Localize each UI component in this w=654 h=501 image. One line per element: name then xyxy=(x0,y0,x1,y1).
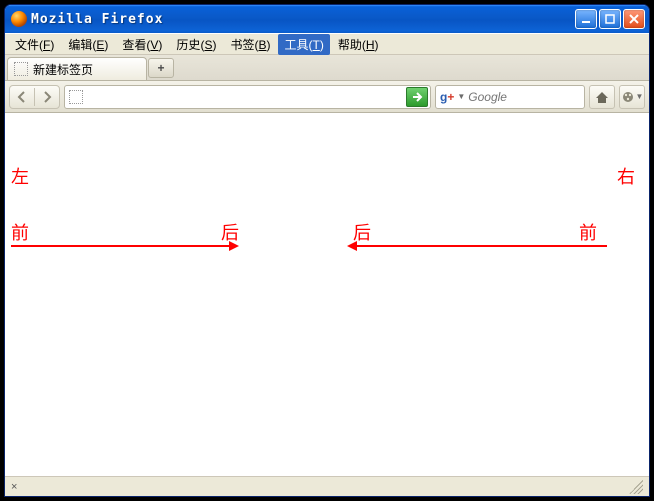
go-button[interactable] xyxy=(406,87,428,107)
new-tab-button[interactable]: + xyxy=(148,58,174,78)
navigation-toolbar: g+ ▼ ▼ xyxy=(5,81,649,113)
arrow-right-head-icon xyxy=(229,241,239,251)
arrow-right-to-left xyxy=(357,245,607,247)
annotation-left: 左 xyxy=(11,163,29,189)
url-input[interactable] xyxy=(87,87,406,107)
back-button[interactable] xyxy=(10,86,34,108)
maximize-button[interactable] xyxy=(599,9,621,29)
close-button[interactable] xyxy=(623,9,645,29)
site-identity-icon[interactable] xyxy=(69,90,83,104)
menu-history[interactable]: 历史(S) xyxy=(170,34,222,55)
annotation-right: 右 xyxy=(617,163,635,189)
home-button[interactable] xyxy=(589,85,615,109)
firefox-window: Mozilla Firefox 文件(F) 编辑(E) 查看(V) 历史(S) … xyxy=(4,4,650,497)
forward-button[interactable] xyxy=(35,86,59,108)
menu-help[interactable]: 帮助(H) xyxy=(332,34,385,55)
status-bar: × xyxy=(5,476,649,496)
minimize-button[interactable] xyxy=(575,9,597,29)
annotation-front-1: 前 xyxy=(11,219,29,245)
google-icon[interactable]: g+ xyxy=(440,90,454,104)
arrow-left-head-icon xyxy=(347,241,357,251)
tab-bar: 新建标签页 + xyxy=(5,55,649,81)
nav-buttons xyxy=(9,85,60,109)
menu-file[interactable]: 文件(F) xyxy=(9,34,60,55)
plus-icon: + xyxy=(157,61,164,75)
firefox-icon xyxy=(11,11,27,27)
menu-tools[interactable]: 工具(T) xyxy=(278,34,329,55)
menu-bar: 文件(F) 编辑(E) 查看(V) 历史(S) 书签(B) 工具(T) 帮助(H… xyxy=(5,33,649,55)
menu-bookmarks[interactable]: 书签(B) xyxy=(224,34,276,55)
titlebar[interactable]: Mozilla Firefox xyxy=(5,5,649,33)
tab-newtab[interactable]: 新建标签页 xyxy=(7,57,147,80)
arrow-left-to-right xyxy=(11,245,229,247)
annotation-front-2: 前 xyxy=(579,219,597,245)
addon-button[interactable]: ▼ xyxy=(619,85,645,109)
chevron-down-icon: ▼ xyxy=(636,92,644,101)
page-content: 左 右 前 后 后 前 xyxy=(5,113,649,476)
tab-label: 新建标签页 xyxy=(33,61,93,78)
statusbar-close-icon[interactable]: × xyxy=(11,481,17,493)
window-title: Mozilla Firefox xyxy=(31,12,163,27)
search-engine-dropdown-icon[interactable]: ▼ xyxy=(457,92,465,101)
menu-view[interactable]: 查看(V) xyxy=(116,34,168,55)
page-icon xyxy=(14,62,28,76)
search-bar[interactable]: g+ ▼ xyxy=(435,85,585,109)
resize-grip[interactable] xyxy=(629,480,643,494)
menu-edit[interactable]: 编辑(E) xyxy=(62,34,114,55)
url-bar[interactable] xyxy=(64,85,431,109)
